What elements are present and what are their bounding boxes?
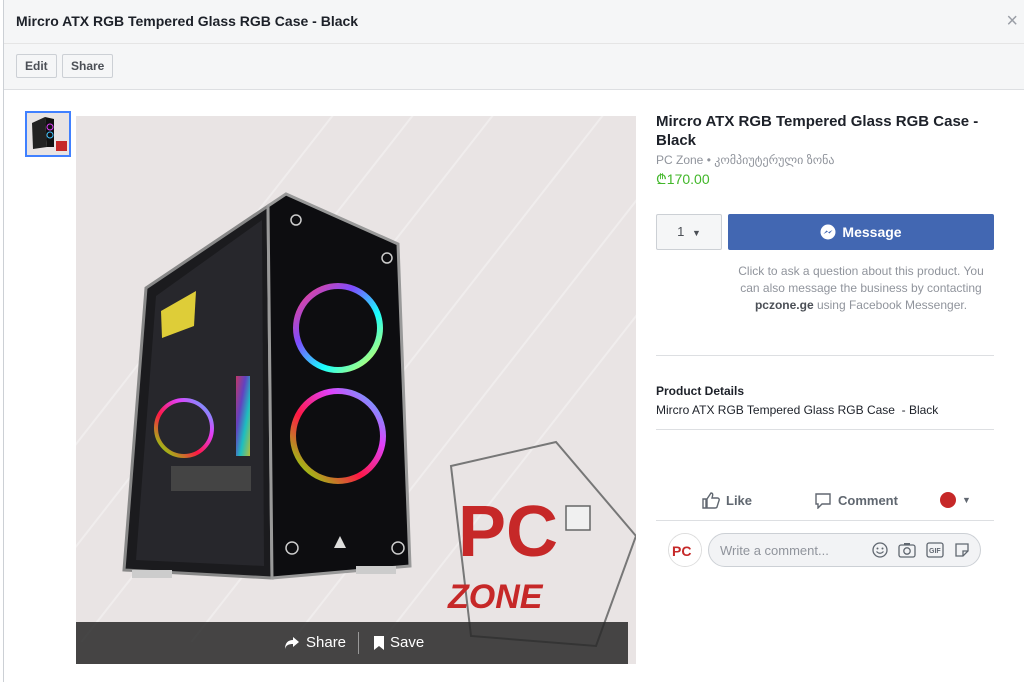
case-thumbnail-image (27, 113, 69, 155)
avatar: PC (668, 533, 702, 567)
comment-placeholder: Write a comment... (720, 543, 829, 558)
svg-text:ZONE: ZONE (447, 578, 544, 616)
page-avatar-icon (940, 492, 956, 508)
message-label: Message (842, 224, 902, 240)
page-selector[interactable]: ▼ (940, 492, 971, 508)
photo-save-label: Save (390, 634, 425, 651)
message-button[interactable]: Message (728, 214, 994, 250)
pc-case-image: PC ZONE (122, 192, 636, 648)
messenger-icon (820, 224, 836, 240)
like-label: Like (726, 493, 753, 508)
product-details-text: Mircro ATX RGB Tempered Glass RGB Case -… (656, 403, 939, 417)
chevron-down-icon: ▼ (691, 228, 701, 238)
product-dialog: Mircro ATX RGB Tempered Glass RGB Case -… (3, 0, 1024, 682)
comment-input[interactable]: Write a comment... GIF (708, 533, 981, 567)
gif-icon[interactable]: GIF (926, 542, 944, 558)
svg-text:PC: PC (672, 543, 691, 559)
share-button[interactable]: Share (62, 54, 114, 78)
toolbar: Edit Share (4, 44, 1024, 90)
pc-zone-logo: PC (458, 492, 558, 572)
chevron-down-icon: ▼ (962, 495, 971, 505)
seller-name[interactable]: PC Zone • კომპიუტერული ზონა (656, 153, 996, 167)
quantity-select[interactable]: 1 ▼ (656, 214, 722, 250)
divider (656, 520, 994, 521)
like-button[interactable]: Like (702, 492, 752, 509)
bookmark-icon (374, 635, 384, 650)
comment-label: Comment (838, 493, 898, 508)
close-icon[interactable]: × (1006, 10, 1018, 33)
product-photo: PC ZONE Share Save (76, 116, 636, 664)
message-help-text: Click to ask a question about this produ… (738, 264, 984, 312)
camera-icon[interactable] (898, 542, 916, 558)
comment-bubble-icon (815, 493, 831, 509)
quantity-value: 1 (677, 224, 685, 239)
share-arrow-icon (285, 636, 299, 649)
product-details-heading: Product Details (656, 384, 745, 398)
thumbs-up-icon (702, 492, 720, 509)
product-thumbnail[interactable] (25, 111, 71, 157)
photo-action-bar: Share Save (76, 622, 628, 664)
product-title: Mircro ATX RGB Tempered Glass RGB Case -… (656, 113, 979, 149)
product-price: ₾170.00 (656, 171, 710, 187)
divider (656, 429, 994, 430)
photo-share-button[interactable]: Share (284, 634, 346, 651)
comment-button[interactable]: Comment (814, 492, 898, 509)
photo-share-label: Share (306, 634, 347, 651)
dialog-title: Mircro ATX RGB Tempered Glass RGB Case -… (16, 13, 359, 29)
dialog-header: Mircro ATX RGB Tempered Glass RGB Case -… (4, 0, 1024, 44)
svg-text:GIF: GIF (929, 548, 941, 555)
photo-save-button[interactable]: Save (374, 634, 424, 651)
emoji-icon[interactable] (872, 542, 888, 558)
product-info-panel: Mircro ATX RGB Tempered Glass RGB Case -… (656, 112, 996, 567)
divider (656, 355, 994, 356)
edit-button[interactable]: Edit (16, 54, 57, 78)
sticker-icon[interactable] (954, 542, 970, 558)
business-link[interactable]: pczone.ge (755, 298, 814, 312)
